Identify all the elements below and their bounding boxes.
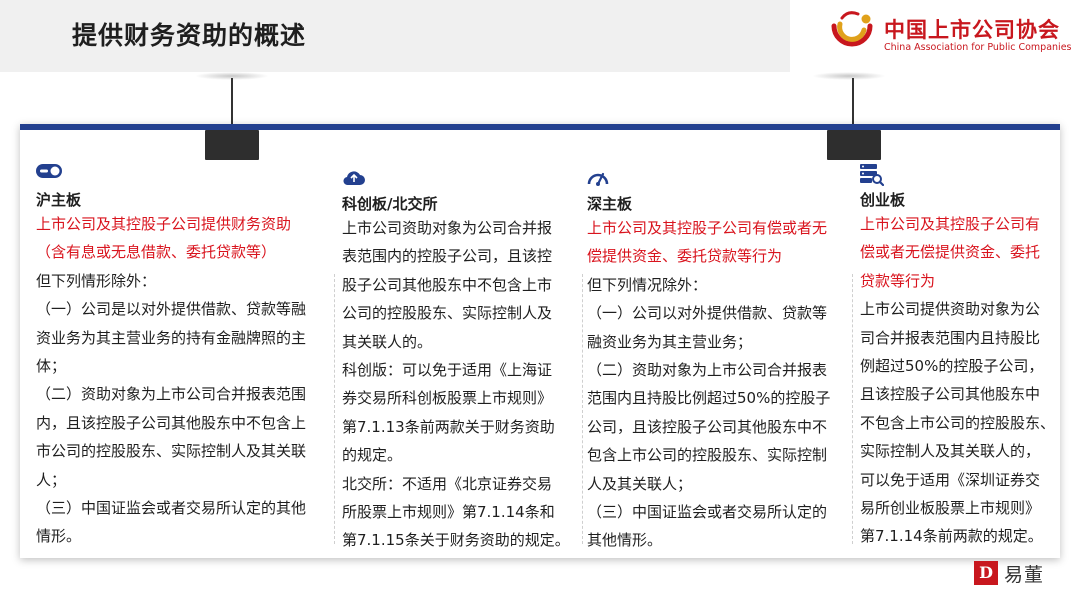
yidong-brand: D 易董	[974, 559, 1070, 589]
text-line: 且该控股子公司其他股东中	[860, 385, 1041, 404]
panel-top-bar	[20, 124, 1060, 130]
text-line: 可以免于适用《深圳证券交	[860, 470, 1041, 489]
emphasis-text-line: 偿提供资金、委托贷款等行为	[587, 247, 783, 266]
text-line: 公司，且该控股子公司其他股东中不	[587, 417, 828, 436]
association-logo: 中国上市公司协会 China Association for Public Co…	[826, 10, 1076, 60]
emphasis-text-line: 上市公司及其控股子公司提供财务资助	[36, 215, 292, 233]
text-line: 不包含上市公司的控股股东、	[860, 413, 1056, 432]
column-body: 上市公司及其控股子公司提供财务资助 （含有息或无息借款、委托贷款等） 但下列情形除外…	[36, 210, 306, 551]
text-line: （一）公司以对外提供借款、贷款等	[587, 304, 828, 323]
column-body: 上市公司资助对象为公司合并报 表范围内的控股子公司，且该控 股子公司其他股东中不包含…	[342, 214, 570, 555]
text-line: 上市公司资助对象为公司合并报	[342, 219, 553, 237]
column-header	[587, 168, 830, 192]
association-name-cn: 中国上市公司协会	[884, 18, 1060, 42]
emphasis-text-line: 上市公司及其控股子公司有	[860, 215, 1041, 233]
column-body: 上市公司及其控股子公司有偿或者无 偿提供资金、委托贷款等行为 但下列情况除外： （一）…	[587, 214, 830, 555]
column-header	[342, 168, 570, 192]
text-line: 体；	[36, 357, 67, 376]
hanger-clip-right	[827, 130, 881, 160]
text-line: （三）中国证监会或者交易所认定的其他	[36, 499, 307, 518]
page-title: 提供财务资助的概述	[72, 21, 307, 50]
column-divider	[334, 274, 335, 544]
column-sh-main-board: 沪主板 上市公司及其控股子公司提供财务资助 （含有息或无息借款、委托贷款等） 但下列…	[36, 164, 306, 551]
column-title: 科创板/北交所	[342, 195, 438, 213]
content-panel: 沪主板 上市公司及其控股子公司提供财务资助 （含有息或无息借款、委托贷款等） 但下列…	[20, 124, 1060, 558]
text-line: 内，且该控股子公司其他股东中不包含上	[36, 413, 307, 432]
text-line: 但下列情况除外：	[587, 275, 708, 294]
column-sz-main-board: 深主板 上市公司及其控股子公司有偿或者无 偿提供资金、委托贷款等行为 但下列情况除外…	[587, 168, 830, 555]
text-line: 人及其关联人；	[587, 474, 693, 493]
text-line: 第7.1.15条关于财务资助的规定。	[342, 531, 570, 550]
text-line: 市公司的控股股东、实际控制人及其关联	[36, 442, 307, 461]
text-line: 第7.1.14条前两款的规定。	[860, 527, 1043, 546]
hanger-wire-left	[231, 78, 233, 124]
text-line: 其关联人的。	[342, 332, 433, 351]
text-line: （二）资助对象为上市公司合并报表范围	[36, 385, 307, 404]
yidong-logo-icon: D	[974, 561, 998, 585]
column-star-market-bse: 科创板/北交所 上市公司资助对象为公司合并报 表范围内的控股子公司，且该控 股子公司…	[342, 168, 570, 555]
text-line: 人；	[36, 470, 67, 489]
column-header	[36, 164, 306, 188]
server-search-icon	[860, 164, 884, 186]
text-line: 表范围内的控股子公司，且该控	[342, 247, 553, 266]
yidong-brand-name: 易董	[1004, 564, 1045, 586]
text-line: 上市公司提供资助对象为公	[860, 300, 1041, 319]
text-line: 实际控制人及其关联人的，	[860, 442, 1041, 461]
column-title: 创业板	[860, 191, 906, 209]
text-line: 融资业务为其主营业务；	[587, 332, 753, 351]
text-line: 例超过50%的控股子公司，	[860, 357, 1044, 376]
text-line: 但下列情形除外：	[36, 271, 157, 290]
column-title: 深主板	[587, 195, 633, 213]
column-divider	[852, 274, 853, 544]
column-header	[860, 164, 1055, 188]
emphasis-text-line: 偿或者无偿提供资金、委托	[860, 243, 1041, 262]
column-body: 上市公司及其控股子公司有 偿或者无偿提供资金、委托 贷款等行为上市公司提供资助对象为…	[860, 210, 1055, 551]
hanger-shadow-right	[812, 72, 886, 80]
text-line: 北交所：不适用《北京证券交易	[342, 474, 553, 493]
cloud-upload-icon	[343, 171, 365, 186]
text-line: 股子公司其他股东中不包含上市	[342, 275, 553, 294]
text-line: 资业务为其主营业务的持有金融牌照的主	[36, 328, 307, 347]
text-line: 司合并报表范围内且持股比	[860, 328, 1041, 347]
text-line: 包含上市公司的控股股东、实际控制	[587, 446, 828, 465]
hanger-clip-left	[205, 130, 259, 160]
column-chinext: 创业板 上市公司及其控股子公司有 偿或者无偿提供资金、委托 贷款等行为上市公司提供资…	[860, 164, 1055, 551]
emphasis-text-line: 贷款等行为	[860, 271, 936, 290]
text-line: 其他情形。	[587, 531, 663, 550]
toggle-icon	[36, 164, 62, 178]
text-line: 第7.1.13条前两款关于财务资助	[342, 417, 555, 436]
association-logo-icon	[831, 11, 873, 47]
text-line: 易所创业板股票上市规则》	[860, 499, 1041, 518]
text-line: 科创版：可以免于适用《上海证	[342, 361, 553, 380]
text-line: 的规定。	[342, 446, 403, 465]
text-line: （三）中国证监会或者交易所认定的	[587, 503, 828, 522]
gauge-icon	[587, 172, 609, 186]
text-line: （一）公司是以对外提供借款、贷款等融	[36, 300, 307, 319]
emphasis-text-line: 上市公司及其控股子公司有偿或者无	[587, 219, 828, 237]
association-name-en: China Association for Public Companies	[884, 42, 1072, 53]
text-line: 范围内且持股比例超过50%的控股子	[587, 389, 831, 408]
text-line: 公司的控股股东、实际控制人及	[342, 304, 553, 323]
text-line: 券交易所科创板股票上市规则》	[342, 389, 553, 408]
column-divider	[582, 274, 583, 544]
hanger-wire-right	[852, 78, 854, 124]
emphasis-text-line: （含有息或无息借款、委托贷款等）	[36, 243, 277, 262]
column-title: 沪主板	[36, 191, 82, 209]
text-line: （二）资助对象为上市公司合并报表	[587, 361, 828, 380]
text-line: 所股票上市规则》第7.1.14条和	[342, 503, 555, 522]
text-line: 情形。	[36, 527, 82, 546]
